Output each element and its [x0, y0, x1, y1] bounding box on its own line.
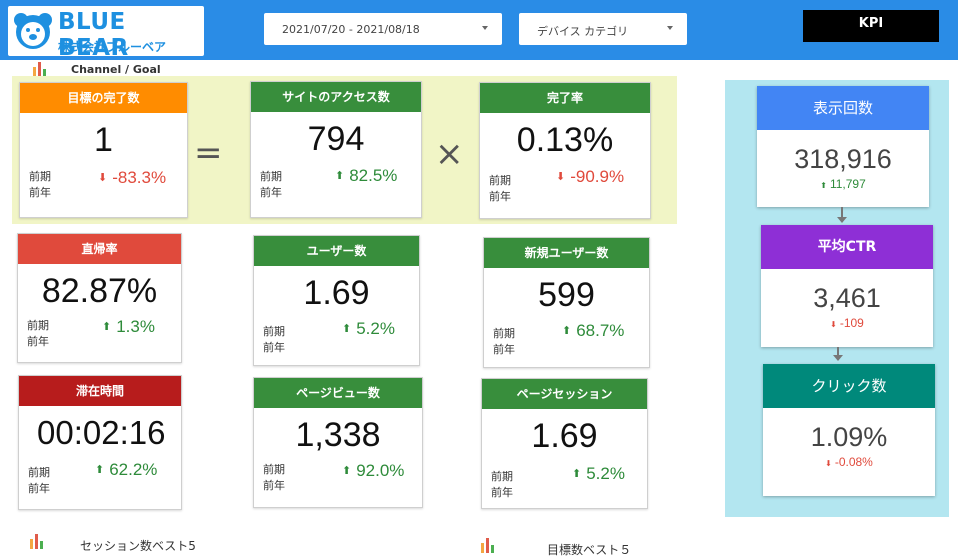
- card-title: ページセッション: [482, 379, 647, 409]
- card-title: ページビュー数: [254, 378, 422, 408]
- goal-completions-card[interactable]: 目標の完了数 1 前期 前年 -83.3%: [19, 82, 188, 218]
- card-delta: 1.3%: [102, 317, 155, 337]
- prev-period-label: 前期: [29, 170, 51, 183]
- new-users-card[interactable]: 新規ユーザー数 599 前期 前年 68.7%: [483, 237, 650, 368]
- prev-year-label: 前年: [29, 186, 51, 199]
- card-title: サイトのアクセス数: [251, 82, 421, 112]
- kpi-title: 表示回数: [757, 86, 929, 130]
- prev-period-label: 前期: [260, 170, 282, 183]
- avg-ctr-card[interactable]: 平均CTR 3,461 -109: [761, 225, 933, 347]
- device-category-filter[interactable]: デバイス カテゴリ: [519, 13, 687, 45]
- site-access-card[interactable]: サイトのアクセス数 794 前期 前年 82.5%: [250, 81, 422, 218]
- kpi-title: クリック数: [763, 364, 935, 408]
- prev-year-label: 前年: [489, 190, 511, 203]
- chevron-down-icon: [482, 26, 488, 30]
- kpi-title: 平均CTR: [761, 225, 933, 269]
- card-value: 1.69: [303, 274, 370, 312]
- card-delta: 62.2%: [95, 460, 157, 480]
- date-range-value: 2021/07/20 - 2021/08/18: [282, 23, 420, 36]
- card-value: 794: [307, 120, 365, 158]
- prev-period-label: 前期: [28, 466, 50, 479]
- prev-year-label: 前年: [263, 341, 285, 354]
- prev-year-label: 前年: [263, 479, 285, 492]
- prev-period-label: 前期: [493, 327, 515, 340]
- page-session-card[interactable]: ページセッション 1.69 前期 前年 5.2%: [481, 378, 648, 509]
- card-value: 0.13%: [516, 121, 614, 159]
- card-delta: 68.7%: [562, 321, 624, 341]
- prev-year-label: 前年: [28, 482, 50, 495]
- prev-year-label: 前年: [491, 486, 513, 499]
- prev-period-label: 前期: [263, 325, 285, 338]
- header-bar: BLUE BEAR 株式会社ブルーベア 2021/07/20 - 2021/08…: [0, 0, 958, 61]
- equals-operator: =: [194, 133, 223, 173]
- duration-card[interactable]: 滞在時間 00:02:16 前期 前年 62.2%: [18, 375, 182, 510]
- completion-rate-card[interactable]: 完了率 0.13% 前期 前年 -90.9%: [479, 82, 651, 219]
- card-delta: 92.0%: [342, 461, 404, 481]
- card-delta: -83.3%: [98, 168, 166, 188]
- card-value: 599: [538, 276, 595, 314]
- card-value: 00:02:16: [37, 414, 166, 451]
- kpi-delta: -109: [761, 316, 933, 330]
- users-card[interactable]: ユーザー数 1.69 前期 前年 5.2%: [253, 235, 420, 366]
- kpi-button[interactable]: KPI: [803, 10, 939, 42]
- card-delta: 82.5%: [335, 166, 397, 186]
- card-value: 1.69: [531, 417, 598, 455]
- card-title: 目標の完了数: [20, 83, 187, 113]
- pageviews-card[interactable]: ページビュー数 1,338 前期 前年 92.0%: [253, 377, 423, 508]
- section-title-sessions-best5: セッション数ベスト5: [80, 539, 196, 553]
- card-title: ユーザー数: [254, 236, 419, 266]
- kpi-value: 318,916: [794, 144, 892, 174]
- card-title: 新規ユーザー数: [484, 238, 649, 268]
- card-value: 1,338: [295, 416, 381, 454]
- arrow-down-icon: [833, 355, 843, 361]
- prev-period-label: 前期: [491, 470, 513, 483]
- impressions-card[interactable]: 表示回数 318,916 11,797: [757, 86, 929, 207]
- section-title-goals-best5: 目標数ベスト５: [547, 543, 632, 557]
- kpi-delta: -0.08%: [763, 455, 935, 469]
- card-title: 直帰率: [18, 234, 181, 264]
- card-delta: -90.9%: [556, 167, 624, 187]
- times-operator: ×: [435, 134, 464, 174]
- bear-logo-icon: [14, 13, 52, 49]
- prev-period-label: 前期: [263, 463, 285, 476]
- card-delta: 5.2%: [572, 464, 625, 484]
- bar-chart-icon: [30, 533, 48, 549]
- clicks-card[interactable]: クリック数 1.09% -0.08%: [763, 364, 935, 496]
- prev-year-label: 前年: [260, 186, 282, 199]
- device-category-label: デバイス カテゴリ: [537, 25, 629, 38]
- kpi-delta: 11,797: [757, 177, 929, 191]
- prev-period-label: 前期: [489, 174, 511, 187]
- prev-year-label: 前年: [27, 335, 49, 348]
- card-value: 82.87%: [41, 272, 158, 310]
- card-value: 1: [94, 121, 113, 159]
- date-range-picker[interactable]: 2021/07/20 - 2021/08/18: [264, 13, 502, 45]
- prev-period-label: 前期: [27, 319, 49, 332]
- card-title: 滞在時間: [19, 376, 181, 406]
- arrow-down-icon: [837, 217, 847, 223]
- company-name: 株式会社ブルーベア: [58, 40, 167, 54]
- bar-chart-icon: [33, 61, 51, 77]
- chevron-down-icon: [667, 26, 673, 30]
- bar-chart-icon: [481, 537, 499, 553]
- card-title: 完了率: [480, 83, 650, 113]
- card-delta: 5.2%: [342, 319, 395, 339]
- bounce-rate-card[interactable]: 直帰率 82.87% 前期 前年 1.3%: [17, 233, 182, 363]
- brand-logo[interactable]: BLUE BEAR 株式会社ブルーベア: [8, 6, 204, 61]
- prev-year-label: 前年: [493, 343, 515, 356]
- kpi-value: 3,461: [813, 283, 881, 313]
- kpi-value: 1.09%: [810, 422, 888, 452]
- section-title-channel-goal: Channel / Goal: [71, 63, 161, 76]
